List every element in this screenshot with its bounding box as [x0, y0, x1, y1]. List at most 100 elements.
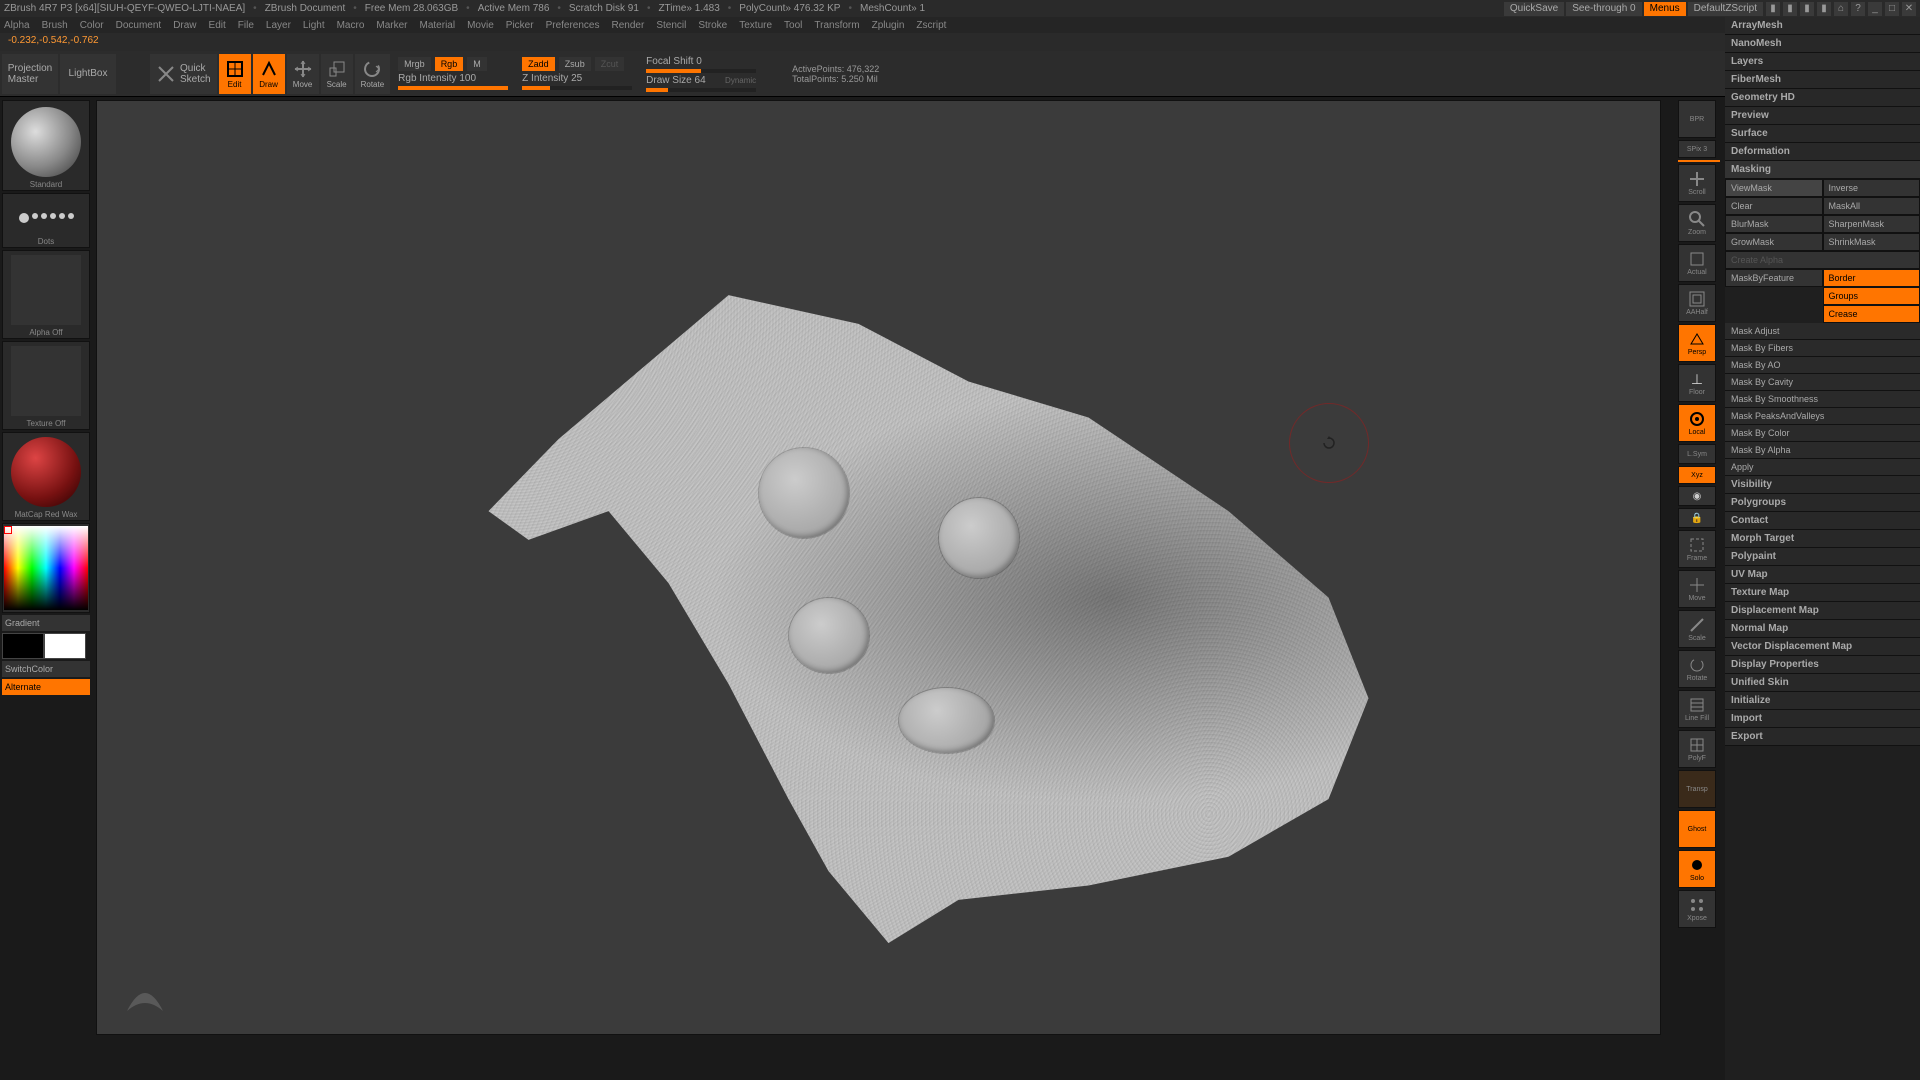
mask-by-alpha-item[interactable]: Mask By Alpha — [1725, 442, 1920, 459]
mask-adjust-item[interactable]: Mask Adjust — [1725, 323, 1920, 340]
section-import[interactable]: Import — [1725, 710, 1920, 728]
ghost-button[interactable]: Ghost — [1678, 810, 1716, 848]
section-contact[interactable]: Contact — [1725, 512, 1920, 530]
section-polypaint[interactable]: Polypaint — [1725, 548, 1920, 566]
menu-item[interactable]: Zplugin — [872, 20, 905, 31]
bpr-button[interactable]: BPR — [1678, 100, 1716, 138]
section-surface[interactable]: Surface — [1725, 125, 1920, 143]
menu-item[interactable]: Movie — [467, 20, 494, 31]
section-layers[interactable]: Layers — [1725, 53, 1920, 71]
maskbyfeature-button[interactable]: MaskByFeature — [1725, 269, 1823, 287]
scale-button[interactable]: Scale — [321, 54, 353, 94]
col-btn-1[interactable]: ▮ — [1766, 2, 1780, 16]
col-btn-2[interactable]: ▮ — [1783, 2, 1797, 16]
zsub-button[interactable]: Zsub — [559, 57, 591, 71]
menu-item[interactable]: Stroke — [698, 20, 727, 31]
menu-item[interactable]: Macro — [337, 20, 365, 31]
move-button[interactable]: Move — [287, 54, 319, 94]
menu-item[interactable]: Preferences — [546, 20, 600, 31]
zadd-button[interactable]: Zadd — [522, 57, 555, 71]
section-preview[interactable]: Preview — [1725, 107, 1920, 125]
section-polygroups[interactable]: Polygroups — [1725, 494, 1920, 512]
switchcolor-button[interactable]: SwitchColor — [2, 661, 90, 677]
rgb-intensity-slider[interactable] — [398, 86, 508, 90]
primary-color-swatch[interactable] — [44, 633, 86, 659]
scale-view-button[interactable]: Scale — [1678, 610, 1716, 648]
crease-button[interactable]: Crease — [1823, 305, 1920, 323]
zcut-button[interactable]: Zcut — [595, 57, 625, 71]
lightbox-button[interactable]: LightBox — [60, 54, 116, 94]
secondary-color-swatch[interactable] — [2, 633, 44, 659]
focal-shift-label[interactable]: Focal Shift 0 — [646, 56, 702, 67]
section-vectordisplacementmap[interactable]: Vector Displacement Map — [1725, 638, 1920, 656]
menu-item[interactable]: Tool — [784, 20, 802, 31]
blurmask-button[interactable]: BlurMask — [1725, 215, 1823, 233]
section-displayproperties[interactable]: Display Properties — [1725, 656, 1920, 674]
section-displacementmap[interactable]: Displacement Map — [1725, 602, 1920, 620]
texture-selector[interactable]: Texture Off — [2, 341, 90, 430]
section-nanomesh[interactable]: NanoMesh — [1725, 35, 1920, 53]
menu-item[interactable]: Draw — [173, 20, 196, 31]
menu-item[interactable]: Picker — [506, 20, 534, 31]
sharpenmask-button[interactable]: SharpenMask — [1823, 215, 1920, 233]
rgb-button[interactable]: Rgb — [435, 57, 464, 71]
linefill-button[interactable]: Line Fill — [1678, 690, 1716, 728]
maskall-button[interactable]: MaskAll — [1823, 197, 1920, 215]
mask-by-fibers-item[interactable]: Mask By Fibers — [1725, 340, 1920, 357]
menu-item[interactable]: Transform — [814, 20, 859, 31]
menu-item[interactable]: Layer — [266, 20, 291, 31]
help-button[interactable]: ? — [1851, 2, 1865, 16]
close-button[interactable]: ✕ — [1902, 2, 1916, 16]
draw-button[interactable]: Draw — [253, 54, 285, 94]
aahalf-button[interactable]: AAHalf — [1678, 284, 1716, 322]
move-view-button[interactable]: Move — [1678, 570, 1716, 608]
shrinkmask-button[interactable]: ShrinkMask — [1823, 233, 1920, 251]
home-button[interactable]: ⌂ — [1834, 2, 1848, 16]
menu-item[interactable]: Texture — [739, 20, 772, 31]
section-fibermesh[interactable]: FiberMesh — [1725, 71, 1920, 89]
draw-size-label[interactable]: Draw Size 64 — [646, 75, 705, 86]
m-button[interactable]: M — [467, 57, 487, 71]
rotate-view-button[interactable]: Rotate — [1678, 650, 1716, 688]
rgb-intensity-label[interactable]: Rgb Intensity 100 — [398, 73, 476, 84]
focal-shift-slider[interactable] — [646, 69, 756, 73]
rotate-button[interactable]: Rotate — [355, 54, 391, 94]
polyf-button[interactable]: PolyF — [1678, 730, 1716, 768]
col-btn-3[interactable]: ▮ — [1800, 2, 1814, 16]
menu-item[interactable]: Alpha — [4, 20, 30, 31]
section-initialize[interactable]: Initialize — [1725, 692, 1920, 710]
apply-item[interactable]: Apply — [1725, 459, 1920, 476]
mask-by-color-item[interactable]: Mask By Color — [1725, 425, 1920, 442]
section-masking[interactable]: Masking — [1725, 161, 1920, 179]
stroke-selector[interactable]: Dots — [2, 193, 90, 248]
brush-selector[interactable]: Standard — [2, 100, 90, 191]
frame-button[interactable]: Frame — [1678, 530, 1716, 568]
quicksave-button[interactable]: QuickSave — [1504, 2, 1564, 16]
groups-button[interactable]: Groups — [1823, 287, 1920, 305]
viewport[interactable] — [96, 100, 1661, 1035]
menus-button[interactable]: Menus — [1644, 2, 1686, 16]
section-geometryhd[interactable]: Geometry HD — [1725, 89, 1920, 107]
alpha-selector[interactable]: Alpha Off — [2, 250, 90, 339]
menu-item[interactable]: Render — [612, 20, 645, 31]
createalpha-button[interactable]: Create Alpha — [1725, 251, 1920, 269]
actual-button[interactable]: Actual — [1678, 244, 1716, 282]
floor-button[interactable]: ⊥Floor — [1678, 364, 1716, 402]
quicksketch-button[interactable]: Quick Sketch — [150, 54, 217, 94]
defaultzscript-button[interactable]: DefaultZScript — [1688, 2, 1763, 16]
section-texturemap[interactable]: Texture Map — [1725, 584, 1920, 602]
inverse-button[interactable]: Inverse — [1823, 179, 1920, 197]
dynamic-toggle[interactable]: Dynamic — [725, 76, 756, 85]
minimize-button[interactable]: _ — [1868, 2, 1882, 16]
z-intensity-slider[interactable] — [522, 86, 632, 90]
menu-item[interactable]: Material — [420, 20, 456, 31]
color-picker[interactable] — [2, 523, 90, 613]
menu-item[interactable]: File — [238, 20, 254, 31]
edit-button[interactable]: Edit — [219, 54, 251, 94]
spix-slider[interactable]: SPix 3 — [1678, 140, 1716, 158]
mask-by-ao-item[interactable]: Mask By AO — [1725, 357, 1920, 374]
material-selector[interactable]: MatCap Red Wax — [2, 432, 90, 521]
lock-button[interactable]: 🔒 — [1678, 508, 1716, 528]
section-uvmap[interactable]: UV Map — [1725, 566, 1920, 584]
menu-item[interactable]: Stencil — [656, 20, 686, 31]
